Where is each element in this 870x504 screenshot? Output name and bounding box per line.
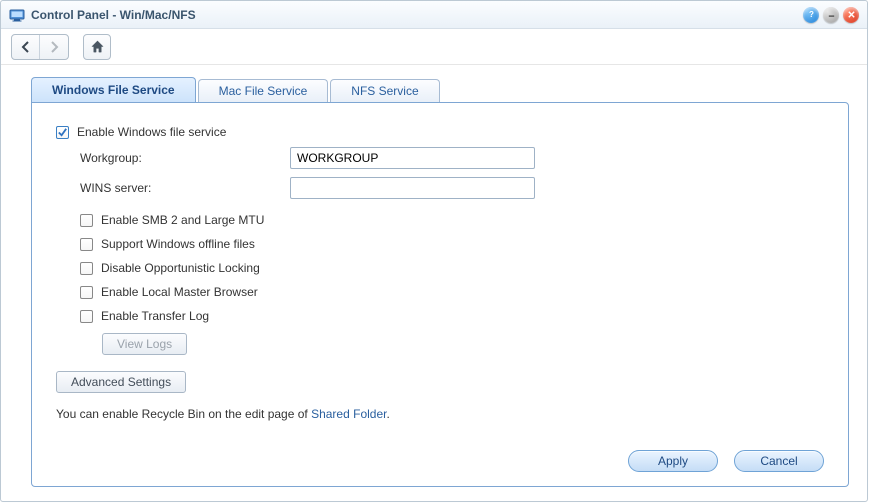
- oplock-label: Disable Opportunistic Locking: [101, 261, 260, 275]
- options-group: Enable SMB 2 and Large MTU Support Windo…: [80, 213, 824, 355]
- wins-input[interactable]: [290, 177, 535, 199]
- shared-folder-link[interactable]: Shared Folder: [311, 407, 386, 421]
- offline-files-checkbox[interactable]: [80, 238, 93, 251]
- wins-label: WINS server:: [80, 181, 290, 195]
- apply-button[interactable]: Apply: [628, 450, 718, 472]
- smb2-label: Enable SMB 2 and Large MTU: [101, 213, 264, 227]
- nav-toolbar: [1, 29, 867, 65]
- workgroup-input[interactable]: [290, 147, 535, 169]
- tabs: Windows File Service Mac File Service NF…: [31, 77, 849, 102]
- minimize-button[interactable]: [823, 7, 839, 23]
- nav-back-button[interactable]: [12, 35, 40, 59]
- wins-row: WINS server:: [80, 177, 824, 199]
- offline-files-label: Support Windows offline files: [101, 237, 255, 251]
- nav-back-forward-group: [11, 34, 69, 60]
- nav-forward-button[interactable]: [40, 35, 68, 59]
- control-panel-window: Control Panel - Win/Mac/NFS ?: [0, 0, 868, 502]
- transfer-log-checkbox[interactable]: [80, 310, 93, 323]
- tab-windows-file-service[interactable]: Windows File Service: [31, 77, 196, 102]
- smb2-checkbox[interactable]: [80, 214, 93, 227]
- cancel-button[interactable]: Cancel: [734, 450, 824, 472]
- enable-service-row: Enable Windows file service: [56, 125, 824, 139]
- content-area: Windows File Service Mac File Service NF…: [1, 65, 867, 501]
- title-bar: Control Panel - Win/Mac/NFS ?: [1, 1, 867, 29]
- help-button[interactable]: ?: [803, 7, 819, 23]
- enable-service-label: Enable Windows file service: [77, 125, 226, 139]
- advanced-settings-button[interactable]: Advanced Settings: [56, 371, 186, 393]
- master-browser-label: Enable Local Master Browser: [101, 285, 258, 299]
- tab-nfs-service[interactable]: NFS Service: [330, 79, 439, 103]
- close-button[interactable]: [843, 7, 859, 23]
- view-logs-button[interactable]: View Logs: [102, 333, 187, 355]
- transfer-log-label: Enable Transfer Log: [101, 309, 209, 323]
- workgroup-label: Workgroup:: [80, 151, 290, 165]
- app-icon: [9, 7, 25, 23]
- tab-mac-file-service[interactable]: Mac File Service: [198, 79, 329, 103]
- master-browser-checkbox[interactable]: [80, 286, 93, 299]
- enable-service-checkbox[interactable]: [56, 126, 69, 139]
- window-title: Control Panel - Win/Mac/NFS: [31, 8, 803, 22]
- footer-buttons: Apply Cancel: [56, 450, 824, 472]
- nav-home-button[interactable]: [83, 34, 111, 60]
- workgroup-row: Workgroup:: [80, 147, 824, 169]
- tab-panel-windows: Enable Windows file service Workgroup: W…: [31, 102, 849, 487]
- hint-text: You can enable Recycle Bin on the edit p…: [56, 407, 824, 421]
- svg-text:?: ?: [809, 10, 814, 19]
- oplock-checkbox[interactable]: [80, 262, 93, 275]
- window-controls: ?: [803, 7, 859, 23]
